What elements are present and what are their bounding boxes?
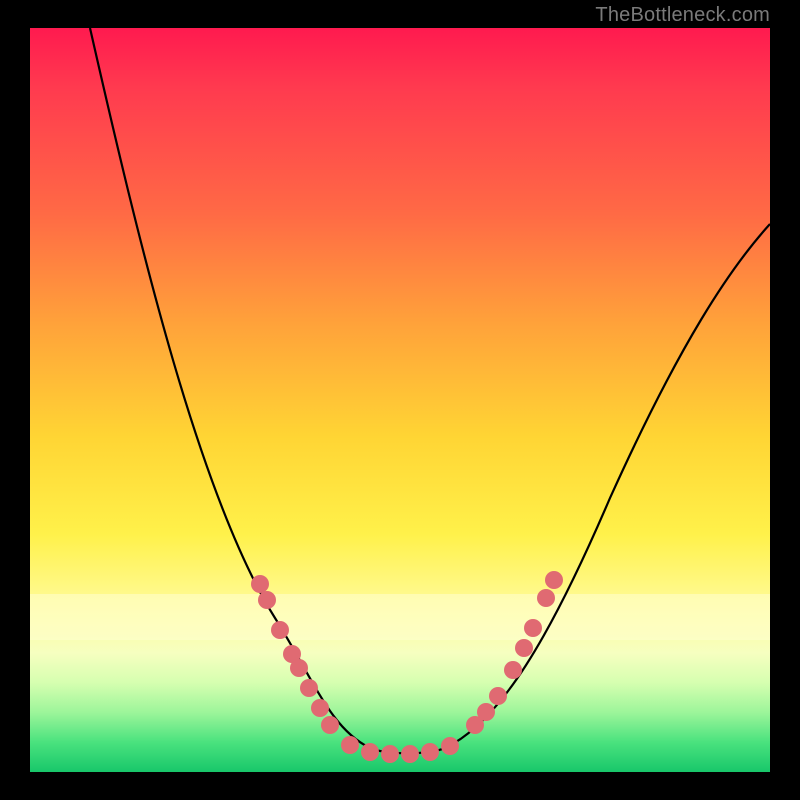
- marker-dot: [381, 745, 399, 763]
- marker-dot: [258, 591, 276, 609]
- plot-area: [30, 28, 770, 772]
- marker-dot: [361, 743, 379, 761]
- marker-dot: [545, 571, 563, 589]
- curve-layer: [30, 28, 770, 772]
- marker-dot: [524, 619, 542, 637]
- marker-dot: [300, 679, 318, 697]
- marker-dot: [477, 703, 495, 721]
- marker-dot: [489, 687, 507, 705]
- marker-dot: [515, 639, 533, 657]
- marker-dot: [401, 745, 419, 763]
- marker-dot: [290, 659, 308, 677]
- marker-dot: [251, 575, 269, 593]
- marker-dot: [341, 736, 359, 754]
- marker-dot: [311, 699, 329, 717]
- bottleneck-curve: [90, 28, 770, 753]
- marker-dot: [421, 743, 439, 761]
- marker-dot: [271, 621, 289, 639]
- marker-dot: [321, 716, 339, 734]
- marker-dot: [537, 589, 555, 607]
- attribution-text: TheBottleneck.com: [595, 4, 770, 27]
- chart-frame: TheBottleneck.com: [0, 0, 800, 800]
- marker-dot: [504, 661, 522, 679]
- marker-dot: [441, 737, 459, 755]
